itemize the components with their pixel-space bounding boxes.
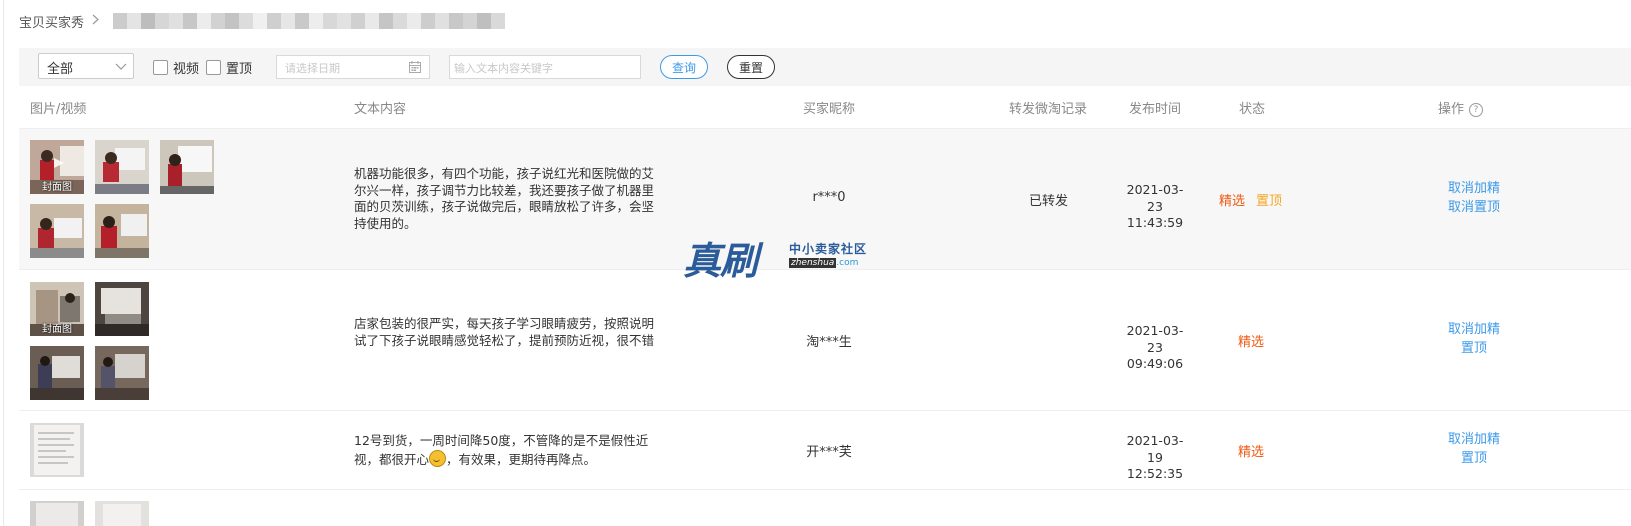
pin-link[interactable]: 置顶: [1429, 339, 1519, 358]
cover-label: 封面图: [42, 324, 72, 335]
filter-bar: 全部 视频 置顶 请选择日期 输入文本内容关键字 查询 重置: [19, 48, 1631, 86]
review-text-part2: ，有效果，更期待再降点。: [446, 451, 597, 467]
breadcrumb: 宝贝买家秀: [19, 11, 506, 31]
col-nickname: 买家昵称: [803, 102, 856, 117]
publish-clock: 09:49:06: [1126, 356, 1184, 371]
cover-image[interactable]: 封面图: [30, 282, 84, 336]
unpin-link[interactable]: 取消置顶: [1429, 198, 1519, 217]
col-media: 图片/视频: [30, 102, 87, 117]
chevron-down-icon: [115, 60, 127, 75]
col-action: 操作?: [1438, 98, 1484, 117]
pin-checkbox[interactable]: 置顶: [206, 58, 252, 77]
table-row: 封面图 店家包装的很严实，每天孩子学习眼睛疲劳，按照说明试了下孩子说眼睛感觉轻松…: [19, 270, 1631, 411]
publish-date: 2021-03-19: [1126, 433, 1184, 465]
date-placeholder: 请选择日期: [285, 62, 340, 75]
blurred-product-title: [113, 13, 506, 29]
video-checkbox[interactable]: 视频: [153, 58, 199, 77]
status-featured: 精选: [1219, 194, 1246, 209]
table-header: 图片/视频 文本内容 买家昵称 转发微淘记录 发布时间 状态 操作?: [19, 86, 1631, 129]
query-button[interactable]: 查询: [660, 55, 708, 79]
keyword-input[interactable]: 输入文本内容关键字: [449, 55, 641, 79]
cover-label: 封面图: [42, 182, 72, 193]
publish-time: 2021-03-23 09:49:06: [1119, 323, 1191, 373]
watermark-tld: .com: [836, 258, 859, 268]
review-image[interactable]: [30, 346, 84, 400]
publish-time: 2021-03-19 12:52:35: [1119, 433, 1191, 483]
chevron-right-icon: [92, 13, 99, 29]
unfeature-link[interactable]: 取消加精: [1429, 320, 1519, 339]
watermark-text: 中小卖家社区 zhenshua .com: [789, 240, 867, 268]
publish-clock: 12:52:35: [1126, 466, 1184, 481]
calendar-icon[interactable]: [409, 61, 421, 77]
row-actions: 取消加精 置顶: [1429, 430, 1519, 468]
watermark-url: zhenshua .com: [789, 258, 867, 268]
col-action-label: 操作: [1438, 102, 1465, 117]
date-picker[interactable]: 请选择日期: [276, 55, 430, 79]
buyer-nickname: r***0: [812, 190, 846, 205]
col-status: 状态: [1239, 102, 1266, 117]
watermark-domain: zhenshua: [789, 258, 837, 268]
forward-status: 已转发: [1029, 194, 1069, 209]
row-actions: 取消加精 取消置顶: [1429, 179, 1519, 217]
unfeature-link[interactable]: 取消加精: [1429, 179, 1519, 198]
unfeature-link[interactable]: 取消加精: [1429, 430, 1519, 449]
publish-date: 2021-03-23: [1126, 182, 1184, 214]
watermark-logo: 真刷: [683, 238, 758, 283]
review-image[interactable]: [95, 204, 149, 258]
watermark: 真刷 中小卖家社区 zhenshua .com: [683, 230, 866, 285]
pin-checkbox-box[interactable]: [206, 60, 221, 75]
table-row: 12号到货，一周时间降50度，不管降的是不是假性近视，都很开心 ，有效果，更期待再…: [19, 411, 1631, 490]
review-image[interactable]: [95, 140, 149, 194]
smile-emoji-icon: [429, 449, 447, 467]
buyer-nickname: 淘***生: [806, 335, 852, 350]
watermark-slogan: 中小卖家社区: [789, 242, 868, 256]
review-text: 店家包装的很严实，每天孩子学习眼睛疲劳，按照说明试了下孩子说眼睛感觉轻松了，提前…: [354, 316, 655, 348]
review-image[interactable]: [95, 501, 149, 526]
review-image[interactable]: [95, 282, 149, 336]
video-checkbox-label: 视频: [173, 62, 200, 77]
cover-image[interactable]: 封面图: [30, 140, 84, 194]
row-actions: 取消加精 置顶: [1429, 320, 1519, 358]
review-image[interactable]: [30, 423, 84, 477]
review-image[interactable]: [95, 346, 149, 400]
col-time: 发布时间: [1129, 102, 1182, 117]
pin-checkbox-label: 置顶: [226, 62, 253, 77]
col-forward: 转发微淘记录: [1009, 102, 1088, 117]
pin-link[interactable]: 置顶: [1429, 449, 1519, 468]
status-featured: 精选: [1238, 445, 1265, 460]
review-text: 12号到货，一周时间降50度，不管降的是不是假性近视，都很开心 ，有效果，更期待再…: [354, 433, 659, 468]
status-featured: 精选: [1238, 335, 1265, 350]
buyer-nickname: 开***芙: [806, 445, 852, 460]
review-text: 机器功能很多，有四个功能，孩子说红光和医院做的艾尔兴一样，孩子调节力比较差，我还…: [354, 166, 655, 231]
help-icon[interactable]: ?: [1469, 103, 1484, 117]
review-image[interactable]: [160, 140, 214, 194]
col-text: 文本内容: [354, 102, 407, 117]
reset-button[interactable]: 重置: [727, 55, 775, 79]
review-image[interactable]: [30, 501, 84, 526]
left-border: [3, 0, 4, 526]
scope-select-value: 全部: [47, 62, 74, 77]
publish-clock: 11:43:59: [1126, 215, 1184, 230]
scope-select[interactable]: 全部: [38, 53, 134, 79]
publish-time: 2021-03-23 11:43:59: [1119, 182, 1191, 232]
review-image[interactable]: [30, 204, 84, 258]
publish-date: 2021-03-23: [1126, 323, 1184, 355]
breadcrumb-home[interactable]: 宝贝买家秀: [19, 12, 84, 31]
video-checkbox-box[interactable]: [153, 60, 168, 75]
status-pinned: 置顶: [1256, 194, 1283, 209]
keyword-placeholder: 输入文本内容关键字: [454, 62, 553, 75]
